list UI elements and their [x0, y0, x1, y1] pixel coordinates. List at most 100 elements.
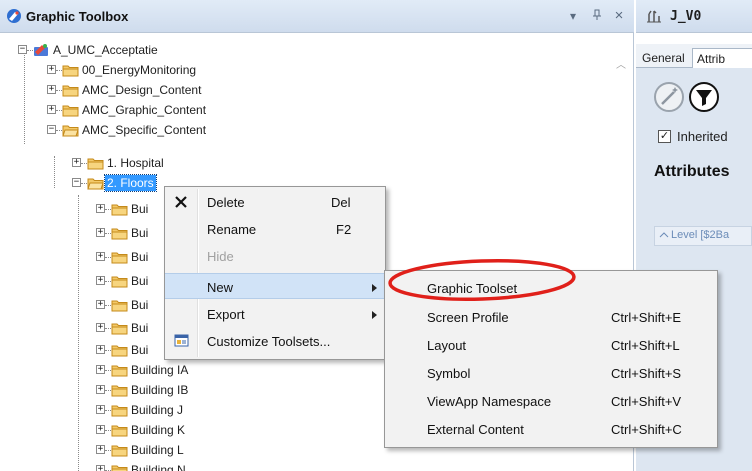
object-name: J_V0 — [670, 9, 702, 24]
expand-icon[interactable]: + — [96, 405, 105, 414]
expand-icon[interactable]: + — [96, 228, 105, 237]
folder-icon — [111, 345, 128, 357]
expand-icon[interactable]: + — [96, 345, 105, 354]
tree-node[interactable]: + AMC_Graphic_Content — [47, 100, 347, 120]
tree-node[interactable]: + AMC_Design_Content — [47, 80, 347, 100]
expand-icon[interactable]: + — [72, 158, 81, 167]
folder-open-icon — [62, 125, 79, 137]
menu-item-shortcut: Ctrl+Shift+C — [611, 422, 682, 437]
tree-node-label: Bui — [131, 274, 149, 288]
expand-icon[interactable]: + — [47, 105, 56, 114]
tree-node-label: Building N — [131, 463, 186, 471]
menu-item-label: Hide — [207, 249, 234, 264]
folder-icon — [111, 252, 128, 264]
collapse-icon[interactable]: − — [72, 178, 81, 187]
collapse-icon[interactable]: − — [18, 45, 27, 54]
menu-item-export[interactable]: Export — [165, 301, 385, 327]
tree-node[interactable]: + Building K — [96, 420, 396, 440]
tree-node[interactable]: + 1. Hospital — [72, 153, 372, 173]
tree-node-label: AMC_Graphic_Content — [82, 103, 207, 117]
project-icon — [34, 44, 48, 56]
submenu-item-external-content[interactable]: External Content Ctrl+Shift+C — [385, 416, 717, 442]
inherited-label: Inherited — [677, 129, 728, 144]
tree-node[interactable]: + 00_EnergyMonitoring — [47, 60, 347, 80]
tree-node-label: AMC_Specific_Content — [82, 123, 207, 137]
attribute-icon — [659, 230, 669, 244]
tree-node-label: 2. Floors — [104, 174, 157, 192]
scroll-up-icon[interactable]: ︿ — [616, 56, 626, 71]
submenu-item-symbol[interactable]: Symbol Ctrl+Shift+S — [385, 360, 717, 386]
submenu-arrow-icon — [372, 284, 377, 292]
magic-wand-button[interactable] — [654, 82, 684, 112]
folder-icon — [62, 65, 79, 77]
expand-icon[interactable]: + — [96, 365, 105, 374]
folder-icon — [111, 228, 128, 240]
tree-node[interactable]: + Building J — [96, 400, 396, 420]
pin-icon[interactable] — [590, 9, 604, 23]
filter-button[interactable] — [689, 82, 719, 112]
tree-node-label: Bui — [131, 202, 149, 216]
expand-icon[interactable]: + — [96, 465, 105, 471]
magic-wand-icon — [661, 87, 678, 105]
folder-icon — [111, 276, 128, 288]
tree-node[interactable]: + Building IB — [96, 380, 396, 400]
folder-icon — [111, 385, 128, 397]
expand-icon[interactable]: + — [47, 85, 56, 94]
tab-general[interactable]: General — [638, 48, 689, 68]
folder-icon — [111, 204, 128, 216]
properties-titlebar: J_V0 — [636, 0, 752, 33]
expand-icon[interactable]: + — [96, 385, 105, 394]
expand-icon[interactable]: + — [96, 276, 105, 285]
submenu-item-layout[interactable]: Layout Ctrl+Shift+L — [385, 332, 717, 358]
menu-item-shortcut: Ctrl+Shift+L — [611, 338, 680, 353]
expand-icon[interactable]: + — [96, 323, 105, 332]
tree-node[interactable]: + Building N — [96, 460, 396, 471]
tree-node[interactable]: + Building L — [96, 440, 396, 460]
tree-node-label: Building K — [131, 423, 186, 437]
menu-item-shortcut: Del — [331, 195, 351, 210]
tree-node-label: Bui — [131, 250, 149, 264]
collapse-icon[interactable]: − — [47, 125, 56, 134]
menu-item-label: New — [207, 280, 234, 295]
graphic-toolbox-titlebar: Graphic Toolbox ▾ × — [0, 0, 634, 33]
expand-icon[interactable]: + — [96, 204, 105, 213]
tab-attributes[interactable]: Attrib — [692, 48, 752, 69]
folder-icon — [111, 405, 128, 417]
menu-item-label: Customize Toolsets... — [207, 334, 331, 349]
tree-node-label: Building IA — [131, 363, 189, 377]
tree-node-label: Building IB — [131, 383, 189, 397]
expand-icon[interactable]: + — [47, 65, 56, 74]
folder-icon — [111, 445, 128, 457]
annotation-ellipse — [388, 258, 576, 302]
expand-icon[interactable]: + — [96, 252, 105, 261]
tree-node[interactable]: + Building IA — [96, 360, 396, 380]
submenu-item-screen-profile[interactable]: Screen Profile Ctrl+Shift+E — [385, 304, 717, 330]
menu-item-shortcut: Ctrl+Shift+S — [611, 366, 682, 381]
delete-x-icon — [175, 196, 187, 208]
close-icon[interactable]: × — [612, 8, 626, 23]
tree-node-root[interactable]: − A_UMC_Acceptatie — [18, 40, 318, 60]
expand-icon[interactable]: + — [96, 445, 105, 454]
tree-node[interactable]: − AMC_Specific_Content — [47, 120, 347, 140]
graphic-toolbox-icon — [7, 9, 21, 23]
menu-item-shortcut: F2 — [336, 222, 352, 237]
properties-tabs: General Attrib — [636, 44, 752, 69]
menu-item-label: External Content — [427, 422, 524, 437]
menu-item-new[interactable]: New — [165, 273, 385, 299]
menu-item-label: Symbol — [427, 366, 471, 381]
folder-icon — [111, 365, 128, 377]
menu-item-delete[interactable]: Delete Del — [165, 189, 385, 215]
tree-node-label: 1. Hospital — [107, 156, 164, 170]
dropdown-icon[interactable]: ▾ — [566, 9, 580, 23]
expand-icon[interactable]: + — [96, 300, 105, 309]
submenu-item-viewapp-namespace[interactable]: ViewApp Namespace Ctrl+Shift+V — [385, 388, 717, 414]
tree-node-label: 00_EnergyMonitoring — [82, 63, 197, 77]
inherited-checkbox[interactable]: ✓ — [658, 130, 671, 143]
attribute-row-label: Level [$2Ba — [671, 229, 730, 241]
folder-open-icon — [87, 178, 104, 190]
tree-node-label: A_UMC_Acceptatie — [53, 43, 158, 57]
menu-item-customize-toolsets[interactable]: Customize Toolsets... — [165, 328, 385, 354]
expand-icon[interactable]: + — [96, 425, 105, 434]
panel-title: Graphic Toolbox — [26, 9, 129, 24]
menu-item-rename[interactable]: Rename F2 — [165, 216, 385, 242]
